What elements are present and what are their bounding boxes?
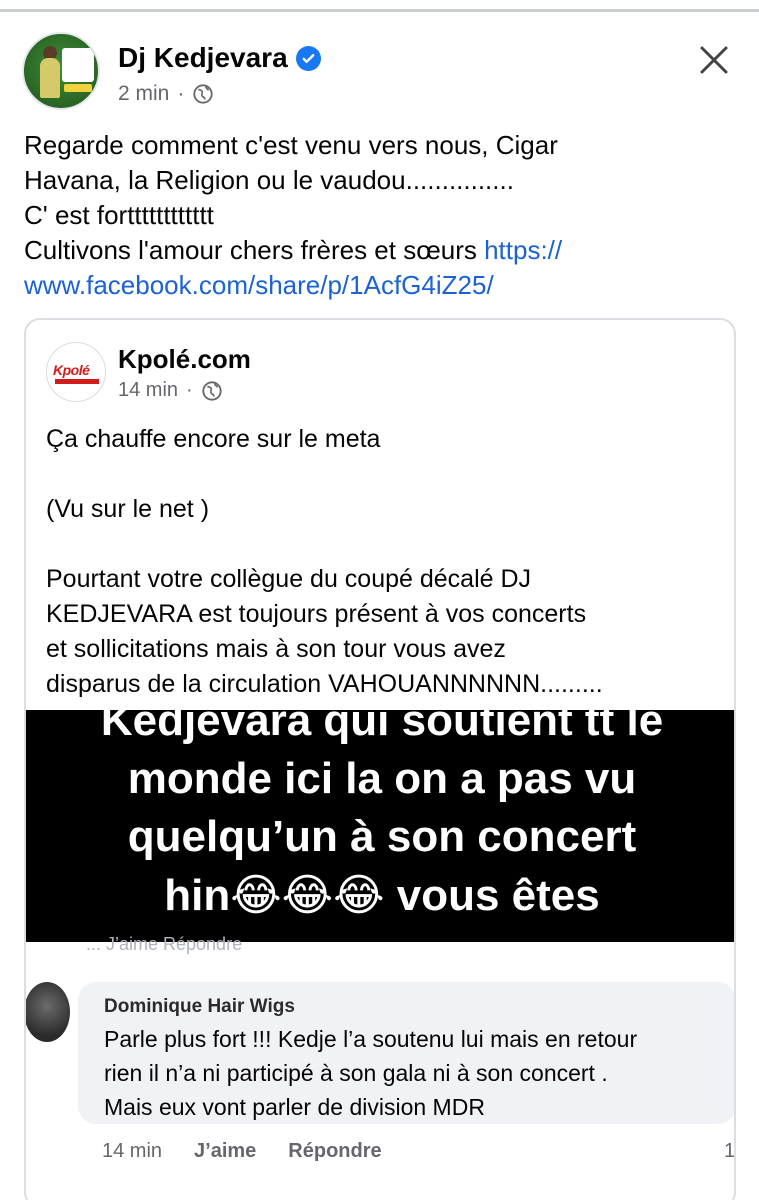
comment-author: Dominique Hair Wigs bbox=[104, 996, 295, 1017]
post-text-line: C' est fortttttttttttt bbox=[24, 200, 214, 230]
story-screenshot-image[interactable]: Kedjevara qui soutient tt le monde ici l… bbox=[26, 710, 734, 942]
shared-text-line: Pourtant votre collègue du coupé décalé … bbox=[46, 565, 532, 593]
comment-reply-button: Répondre bbox=[288, 1140, 382, 1162]
author-name[interactable]: Dj Kedjevara bbox=[118, 42, 288, 74]
shared-time[interactable]: 14 min bbox=[118, 379, 178, 402]
comment-text-line: Parle plus fort !!! Kedje l’a soutenu lu… bbox=[104, 1026, 638, 1052]
shared-text-line: Ça chauffe encore sur le meta bbox=[46, 425, 381, 453]
verified-badge-icon bbox=[295, 45, 321, 71]
story-text-line: quelqu’un à son concert bbox=[127, 812, 637, 861]
source-logo-text: Kpolé bbox=[53, 362, 90, 378]
post-text-fragment: Cultivons l'amour chers frères et sœurs bbox=[24, 235, 485, 265]
author-avatar[interactable] bbox=[22, 32, 100, 110]
comment-text-line: Mais eux vont parler de division MDR bbox=[104, 1094, 485, 1120]
shared-text-line: et sollicitations mais à son tour vous a… bbox=[46, 635, 506, 663]
avatar-sign-band bbox=[64, 84, 92, 92]
shared-text-line: (Vu sur le net ) bbox=[46, 495, 210, 523]
post-link[interactable]: www.facebook.com/share/p/1AcfG4iZ25/ bbox=[24, 270, 494, 300]
post-text-line: www.facebook.com/share/p/1AcfG4iZ25/ bbox=[24, 268, 734, 303]
commenter-avatar bbox=[26, 982, 70, 1042]
post-text-line: Regarde comment c'est venu vers nous, Ci… bbox=[24, 130, 558, 160]
post-header: Dj Kedjevara 2 min · bbox=[22, 32, 742, 112]
comment-time: 14 min bbox=[102, 1140, 163, 1162]
shared-text-line: disparus de la circulation VAHOUANNNNNN.… bbox=[46, 670, 603, 698]
comment-bubble: Dominique Hair Wigs Parle plus fort !!! … bbox=[78, 982, 734, 1124]
shared-text-line bbox=[46, 457, 726, 492]
author-name-row[interactable]: Dj Kedjevara bbox=[118, 42, 321, 74]
story-text-line: monde ici la on a pas vu bbox=[127, 754, 637, 803]
comment-like-button: J’aime bbox=[194, 1140, 257, 1162]
story-text-line: Kedjevara qui soutient tt le bbox=[100, 710, 664, 745]
globe-icon bbox=[193, 84, 213, 104]
shared-text-line bbox=[46, 527, 726, 562]
shared-body: Ça chauffe encore sur le meta (Vu sur le… bbox=[46, 422, 726, 702]
post-link-start[interactable]: https:// bbox=[484, 235, 562, 265]
post-meta: 2 min · bbox=[118, 82, 214, 106]
meta-separator: · bbox=[177, 82, 185, 105]
source-name[interactable]: Kpolé.com bbox=[118, 344, 251, 375]
post-text-line: Havana, la Religion ou le vaudou........… bbox=[24, 165, 514, 195]
shared-post-card[interactable]: Kpolé Kpolé.com 14 min · Ça chauffe enco… bbox=[24, 318, 736, 1200]
source-logo-bar bbox=[55, 379, 99, 384]
top-divider bbox=[0, 0, 759, 12]
avatar-person bbox=[40, 58, 60, 98]
comment-actions: 14 min J’aime Répondre bbox=[102, 1140, 382, 1163]
source-logo[interactable]: Kpolé bbox=[46, 342, 106, 402]
faded-comment-actions: ... J’aime Répondre bbox=[86, 934, 243, 954]
shared-meta: 14 min · bbox=[118, 379, 223, 402]
post-body: Regarde comment c'est venu vers nous, Ci… bbox=[24, 128, 734, 303]
globe-icon bbox=[202, 380, 222, 401]
close-icon[interactable] bbox=[694, 40, 734, 80]
comment-text-line: rien il n’a ni participé à son gala ni à… bbox=[104, 1060, 608, 1086]
comment-edge-mark: 1 bbox=[724, 1140, 736, 1162]
shared-text-line: KEDJEVARA est toujours présent à vos con… bbox=[46, 600, 587, 628]
story-text-line: hin😂😂😂 vous êtes bbox=[164, 871, 600, 920]
comment-screenshot: ... J’aime Répondre Dominique Hair Wigs … bbox=[26, 934, 736, 1200]
avatar-sign bbox=[62, 48, 94, 82]
post-text-line: Cultivons l'amour chers frères et sœurs … bbox=[24, 233, 734, 268]
post-time[interactable]: 2 min bbox=[118, 82, 169, 106]
meta-separator: · bbox=[186, 379, 193, 401]
